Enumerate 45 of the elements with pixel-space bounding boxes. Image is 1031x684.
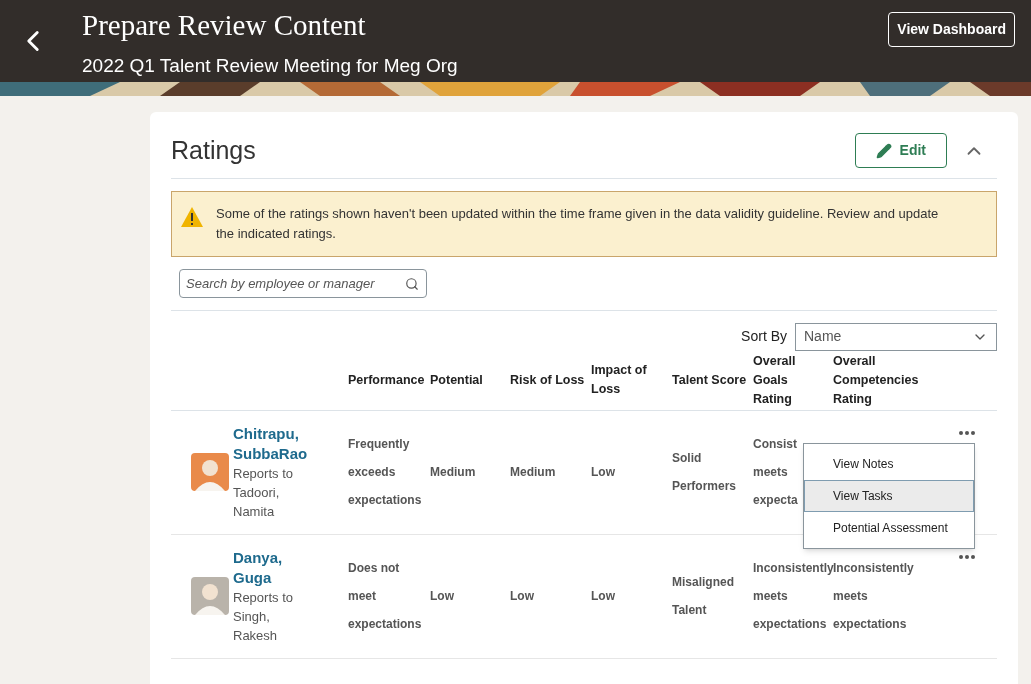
edit-button[interactable]: Edit: [854, 133, 947, 169]
more-actions-button[interactable]: [957, 552, 977, 561]
table-cell-text: Inconsistently meets expectations: [833, 560, 914, 633]
sort-label: Sort By: [741, 327, 787, 346]
view-dashboard-button[interactable]: View Dashboard: [888, 12, 1015, 47]
employee-name-link[interactable]: Danya, Guga: [233, 547, 323, 588]
column-header: Overall Competencies Rating: [833, 352, 920, 408]
table-cell-text: Misaligned Talent: [672, 574, 734, 619]
pencil-icon: [875, 142, 892, 159]
page-subtitle: 2022 Q1 Talent Review Meeting for Meg Org: [82, 53, 459, 78]
section-title: Ratings: [171, 135, 257, 166]
page-title: Prepare Review Content: [82, 8, 367, 43]
reports-to-text: Reports to Singh, Rakesh: [233, 588, 294, 645]
column-header: Potential: [430, 371, 484, 389]
table-cell-text: Low: [510, 588, 534, 605]
table-cell-text: Low: [591, 464, 615, 481]
table-cell-text: Consist meets expecta: [753, 436, 798, 509]
sort-dropdown[interactable]: Name: [795, 322, 997, 351]
table-cell-text: Solid Performers: [672, 450, 737, 495]
search-icon: [405, 276, 419, 291]
reports-to-text: Reports to Tadoori, Namita: [233, 464, 294, 521]
table-cell-text: Medium: [510, 464, 556, 481]
employee-name-link[interactable]: Chitrapu, SubbaRao: [233, 423, 323, 464]
menu-item[interactable]: Potential Assessment: [804, 511, 974, 544]
warning-icon: [180, 205, 204, 228]
table-cell-text: Does not meet expectations: [348, 560, 422, 633]
ellipsis-icon: [959, 430, 975, 435]
avatar-icon: [191, 453, 229, 491]
column-header: Impact of Loss: [591, 362, 648, 398]
search-field[interactable]: Search by employee or manager: [179, 268, 427, 298]
table-cell-text: Frequently exceeds expectations: [348, 436, 422, 509]
column-header: Risk of Loss: [510, 371, 586, 389]
menu-item[interactable]: View Tasks: [804, 479, 974, 512]
ellipsis-icon: [959, 554, 975, 559]
more-actions-button[interactable]: [957, 428, 977, 437]
table-cell-text: Low: [430, 588, 454, 605]
menu-item[interactable]: View Notes: [804, 447, 974, 480]
column-header: Overall Goals Rating: [753, 352, 797, 408]
table-cell-text: Low: [591, 588, 615, 605]
column-header: Performance: [348, 371, 426, 389]
avatar-icon: [191, 577, 229, 615]
table-cell-text: Medium: [430, 464, 476, 481]
table-cell-text: Inconsistently meets expectations: [753, 560, 834, 633]
warning-text: Some of the ratings shown haven't been updated within the time frame given in the data validity guideline. Review and update the indicated ratings.: [216, 204, 940, 243]
column-header: Talent Score: [672, 371, 748, 389]
